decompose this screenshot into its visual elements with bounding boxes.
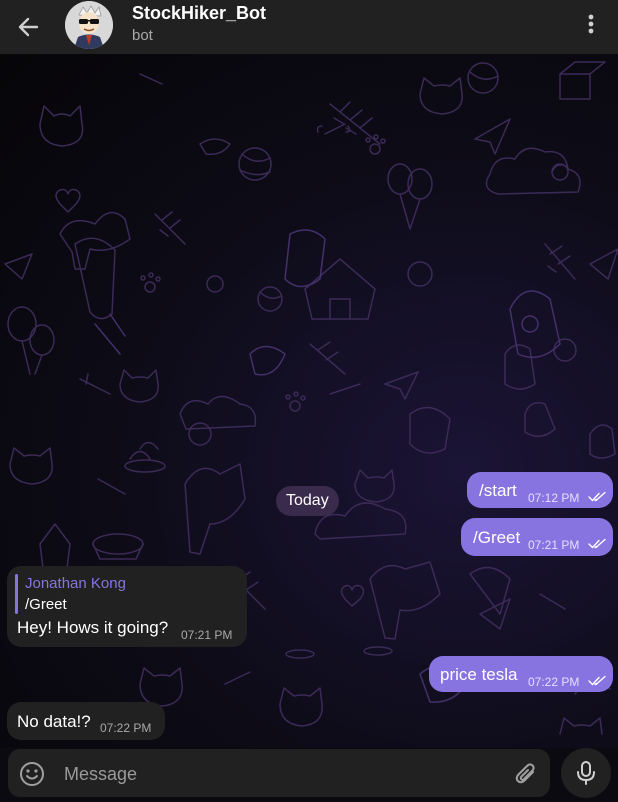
message-input[interactable] bbox=[62, 749, 506, 799]
microphone-button[interactable] bbox=[561, 748, 611, 798]
message-time: 07:21 PM bbox=[528, 538, 580, 552]
message-text: price tesla bbox=[440, 665, 518, 684]
message-text: No data!? bbox=[17, 712, 91, 731]
double-check-icon bbox=[588, 491, 606, 502]
emoji-button[interactable] bbox=[19, 761, 45, 787]
more-vertical-icon bbox=[588, 14, 594, 34]
message-text: /start bbox=[479, 481, 517, 500]
message-time: 07:22 PM bbox=[100, 721, 152, 735]
message-text: Hey! Hows it going? bbox=[17, 618, 169, 637]
message-bubble-outgoing[interactable]: /start 07:12 PM bbox=[467, 472, 613, 508]
attach-button[interactable] bbox=[513, 761, 539, 787]
message-composer bbox=[8, 749, 550, 799]
double-check-icon bbox=[588, 675, 606, 686]
arrow-left-icon bbox=[18, 17, 39, 37]
emoji-icon bbox=[20, 762, 44, 786]
date-separator: Today bbox=[276, 486, 339, 516]
message-text: /Greet bbox=[473, 528, 521, 547]
reply-sender-name[interactable]: Jonathan Kong bbox=[25, 575, 126, 592]
message-time: 07:21 PM bbox=[181, 628, 233, 642]
microphone-icon bbox=[577, 761, 595, 785]
message-bubble-incoming[interactable]: No data!? 07:22 PM bbox=[7, 702, 165, 740]
message-bubble-outgoing[interactable]: /Greet 07:21 PM bbox=[461, 518, 613, 556]
message-time: 07:22 PM bbox=[528, 675, 580, 689]
bot-avatar[interactable] bbox=[65, 1, 113, 49]
message-time: 07:12 PM bbox=[528, 491, 580, 505]
chat-header: StockHiker_Bot bot bbox=[0, 0, 618, 54]
paperclip-icon bbox=[515, 763, 535, 784]
more-menu-button[interactable] bbox=[578, 10, 604, 38]
message-bubble-outgoing[interactable]: price tesla 07:22 PM bbox=[429, 656, 613, 692]
avatar-image bbox=[65, 1, 113, 49]
reply-accent-bar bbox=[15, 574, 18, 614]
reply-quoted-text[interactable]: /Greet bbox=[25, 596, 67, 613]
message-bubble-incoming[interactable]: Jonathan Kong /Greet Hey! Hows it going?… bbox=[7, 566, 247, 647]
chat-subtitle: bot bbox=[132, 27, 153, 44]
back-button[interactable] bbox=[12, 10, 46, 44]
double-check-icon bbox=[588, 538, 606, 549]
chat-title[interactable]: StockHiker_Bot bbox=[132, 3, 266, 24]
